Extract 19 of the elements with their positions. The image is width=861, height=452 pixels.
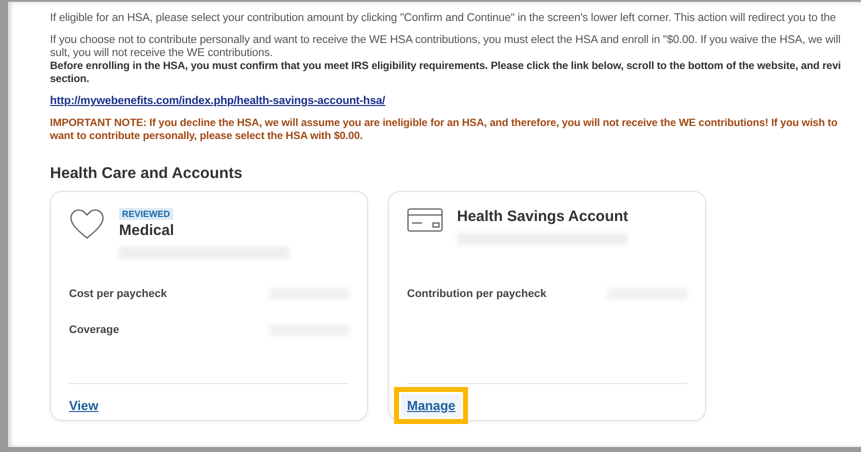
instruction-text: If you choose not to contribute personally and want to receive the WE HSA contributions, you must elect the HSA and enroll in "$0.00. If you waive the HSA, we will bbox=[50, 34, 842, 47]
field-label: Cost per paycheck bbox=[69, 288, 167, 300]
heart-icon bbox=[69, 208, 105, 240]
benefits-link[interactable]: http://mywebenefits.com/index.php/health-savings-account-hsa/ bbox=[50, 95, 386, 108]
card-title: Health Savings Account bbox=[457, 208, 628, 225]
section-title: Health Care and Accounts bbox=[50, 165, 244, 183]
card-title: Medical bbox=[119, 222, 176, 239]
instruction-text: If eligible for an HSA, please select your contribution amount by clicking "Confirm and Continue" in the screen's lower left corner. This action will redirect you to the bbox=[50, 12, 837, 25]
instruction-text: section. bbox=[50, 73, 90, 86]
field-label: Coverage bbox=[69, 324, 120, 336]
field-label: Contribution per paycheck bbox=[407, 288, 546, 300]
instruction-text: Before enrolling in the HSA, you must confirm that you meet IRS eligibility requirements. Please click the link below, scroll to the bottom of the website, and revi bbox=[50, 60, 842, 73]
status-badge: REVIEWED bbox=[119, 208, 174, 220]
credit-card-icon bbox=[407, 208, 443, 232]
card-action-link[interactable]: View bbox=[63, 394, 104, 416]
important-note-text: want to contribute personally, please select the HSA with $0.00. bbox=[50, 130, 364, 143]
instruction-text: sult, you will not receive the WE contributions. bbox=[50, 47, 274, 60]
card-action-link[interactable]: Manage bbox=[401, 394, 462, 416]
important-note-text: IMPORTANT NOTE: If you decline the HSA, we will assume you are ineligible for an HSA, and therefore, you will not receive the WE contributions! If you wish to bbox=[50, 117, 838, 130]
